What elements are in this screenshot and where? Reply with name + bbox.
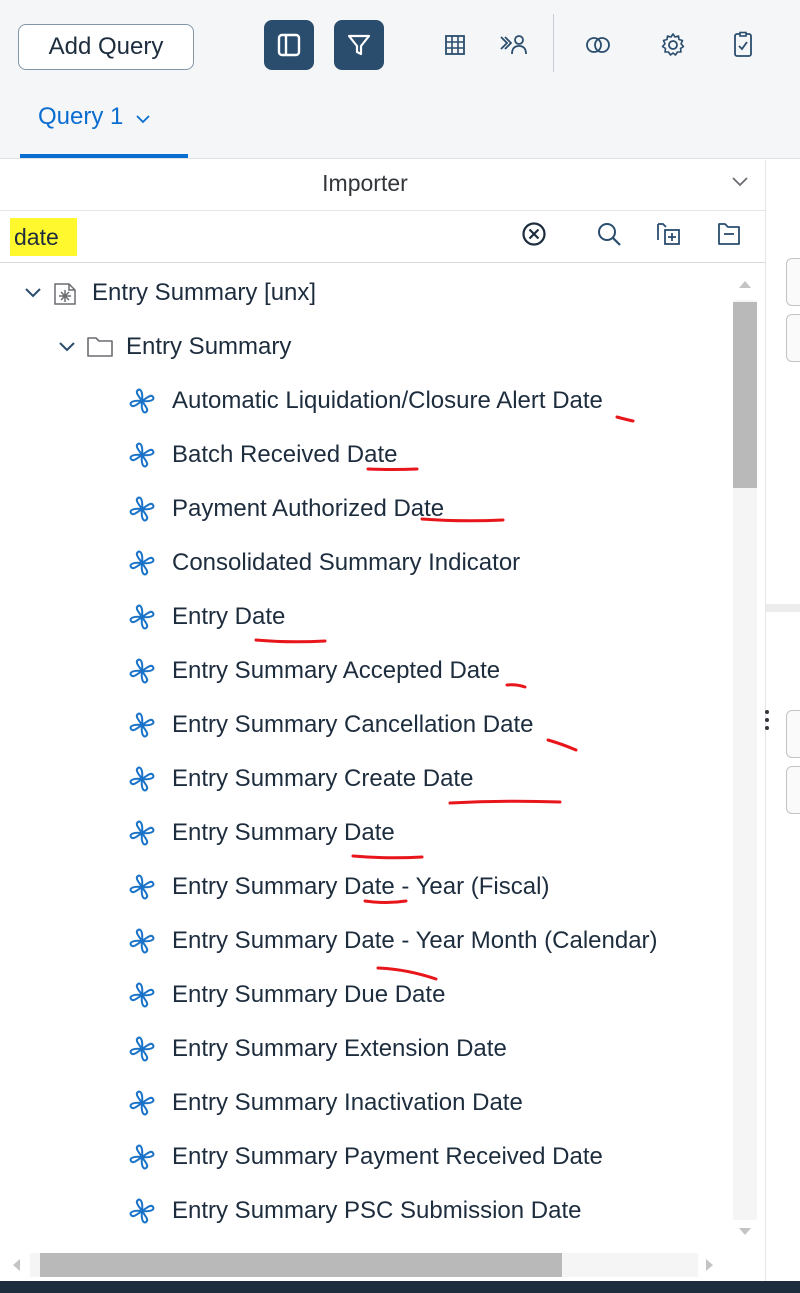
scroll-up-arrow-icon[interactable] — [735, 274, 755, 294]
scroll-down-arrow-icon[interactable] — [735, 1222, 755, 1242]
handwritten-underlines — [254, 415, 635, 981]
query-panel-edge — [765, 160, 800, 1281]
result-objects-box[interactable] — [786, 258, 800, 306]
scroll-left-arrow-icon[interactable] — [6, 1255, 26, 1275]
scrollbar-thumb[interactable] — [733, 302, 757, 488]
query-filters-box[interactable] — [786, 710, 800, 758]
horizontal-scrollbar[interactable] — [0, 1250, 728, 1280]
scrollbar-thumb[interactable] — [40, 1253, 562, 1277]
vertical-scrollbar[interactable] — [730, 270, 760, 1255]
query-filters-box[interactable] — [786, 766, 800, 814]
scroll-right-arrow-icon[interactable] — [700, 1255, 720, 1275]
panel-splitter-handle[interactable] — [764, 708, 770, 738]
result-objects-box[interactable] — [786, 314, 800, 362]
pane-divider — [766, 604, 800, 612]
bottom-bar — [0, 1281, 800, 1293]
